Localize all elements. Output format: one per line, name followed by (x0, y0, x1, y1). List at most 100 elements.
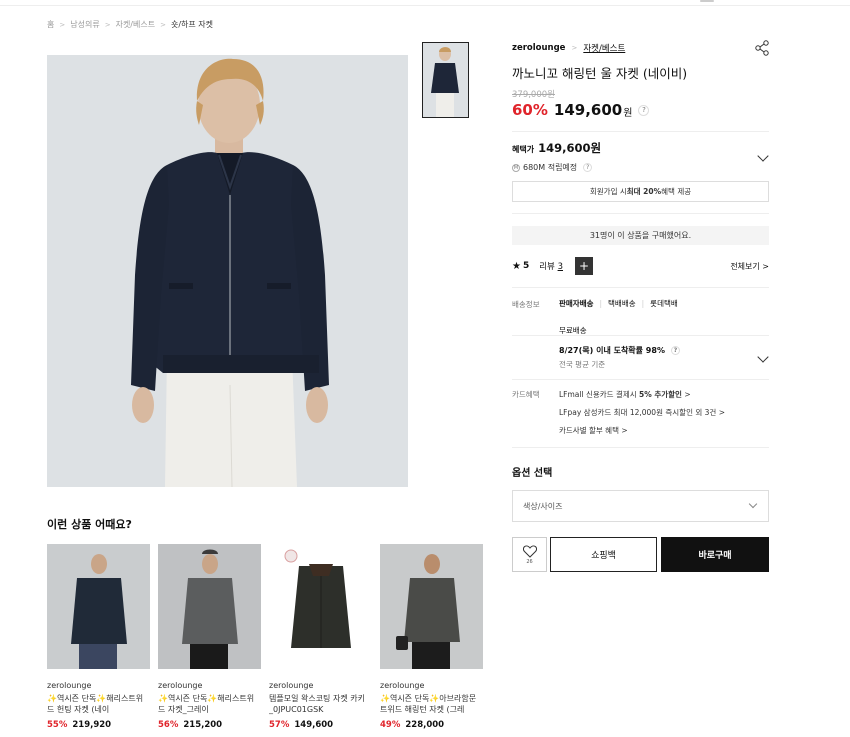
arrival-text: 8/27(목) 이내 도착확률 98% (559, 346, 665, 355)
breadcrumb-mens[interactable]: 남성의류 (70, 19, 99, 30)
breadcrumb: 홈 > 남성의류 > 자켓/베스트 > 숏/하프 자켓 (47, 19, 213, 30)
recommend-item-discount: 56% (158, 720, 179, 730)
recommend-item-image[interactable] (380, 544, 483, 669)
breadcrumb-separator: > (160, 20, 166, 29)
brand-link[interactable]: zerolounge (512, 43, 565, 53)
recommend-item[interactable]: zerolounge ✨역시즌 단독✨해리스트위드 헌팅 자켓 (네이비)_0J… (47, 544, 150, 730)
wishlist-button[interactable]: 26 (512, 537, 547, 572)
card-text: LFmall 신용카드 결제시 (559, 390, 640, 399)
heart-icon (522, 544, 537, 558)
arrival-estimate: 8/27(목) 이내 도착확률 98% ? (559, 345, 680, 356)
recommend-item-price: 215,200 (183, 720, 223, 730)
original-price: 379,000원 (512, 90, 555, 100)
recommend-item-name[interactable]: 템플모일 왁스코팅 자켓 카키_0JPUC01GSK (269, 693, 372, 715)
star-icon: ★ (512, 260, 521, 272)
recommend-item-image[interactable] (47, 544, 150, 669)
recommend-item-price: 219,920 (72, 720, 112, 730)
top-header-edge (0, 0, 850, 6)
tag-separator: | (641, 299, 645, 308)
recommend-item-brand: zerolounge (380, 681, 425, 690)
breadcrumb-home[interactable]: 홈 (47, 19, 54, 30)
recommend-item-name[interactable]: ✨역시즌 단독✨아브라함문 트위드 해링턴 자켓 (그레이)_... (380, 693, 483, 715)
benefit-section: 혜택가 149,600원 M 680M 적립예정 ? 회원가입 시 최대 20%… (512, 140, 769, 202)
brand-separator: > (571, 44, 578, 52)
price-currency: 원 (623, 108, 633, 119)
review-count-link[interactable]: 리뷰 3 (539, 260, 563, 272)
brand-emblem (284, 549, 298, 563)
benefit-price-label: 혜택가 (512, 145, 535, 154)
divider (512, 131, 769, 132)
card-text-bold: 5% 추가할인 (639, 390, 682, 399)
review-more-button[interactable]: + (575, 257, 593, 275)
card-benefit-1[interactable]: LFmall 신용카드 결제시 5% 추가할인 > (559, 389, 691, 400)
arrival-basis: 전국 평균 기준 (559, 360, 606, 369)
breadcrumb-separator: > (104, 20, 111, 29)
option-select[interactable]: 색상/사이즈 (512, 490, 769, 522)
recommend-item-brand: zerolounge (158, 681, 203, 690)
model-illustration (47, 55, 408, 487)
review-count: 3 (557, 262, 563, 272)
shipping-tag: 판매자배송 (559, 299, 594, 308)
recommend-item-discount: 49% (380, 720, 401, 730)
recommend-item-image[interactable] (269, 544, 372, 669)
product-thumbnail[interactable] (422, 42, 469, 118)
points-text: 680M 적립예정 (523, 163, 578, 172)
recommend-item[interactable]: zerolounge ✨역시즌 단독✨해리스트위드 자켓_그레이_0JAWD03… (158, 544, 261, 730)
buy-now-button[interactable]: 바로구매 (661, 537, 769, 572)
recommend-item-brand: zerolounge (269, 681, 314, 690)
recommend-title: 이런 상품 어때요? (47, 518, 132, 531)
recommend-item[interactable]: zerolounge ✨역시즌 단독✨아브라함문 트위드 해링턴 자켓 (그레이… (380, 544, 483, 730)
card-installment-link[interactable]: 카드사별 할부 혜택 > (559, 425, 628, 436)
recommend-item-image[interactable] (158, 544, 261, 669)
review-summary: ★ 5 리뷰 3 + 전체보기 > (512, 257, 769, 275)
purchase-count-banner: 31명이 이 상품을 구매했어요. (512, 226, 769, 245)
product-name: 까노니꼬 해링턴 울 자켓 (네이비) (512, 66, 688, 81)
join-text-bold: 최대 20% (626, 187, 662, 196)
divider (512, 447, 769, 448)
shipping-tags: 판매자배송 | 택배배송 | 롯데택배 무료배송 (559, 298, 739, 336)
option-title: 옵션 선택 (512, 468, 553, 479)
recommend-item-discount: 55% (47, 720, 68, 730)
card-text: > (681, 390, 691, 399)
divider (512, 287, 769, 288)
view-all-reviews-link[interactable]: 전체보기 > (730, 261, 769, 272)
thumbnail-illustration (423, 43, 468, 117)
recommend-item-price: 149,600 (294, 720, 334, 730)
category-link[interactable]: 자켓/베스트 (583, 42, 625, 54)
product-info-panel: zerolounge > 자켓/베스트 까노니꼬 해링턴 울 자켓 (네이비) … (512, 40, 769, 572)
recommend-item[interactable]: zerolounge 템플모일 왁스코팅 자켓 카키_0JPUC01GSK 57… (269, 544, 372, 730)
shipping-tag: 롯데택배 (650, 299, 678, 308)
recommend-item-price: 228,000 (405, 720, 445, 730)
member-join-banner[interactable]: 회원가입 시 최대 20% 혜택 제공 (512, 181, 769, 202)
card-benefit-2[interactable]: LFpay 삼성카드 최대 12,000원 즉시할인 외 3건 > (559, 407, 725, 418)
main-product-image[interactable] (47, 55, 408, 487)
points-help-icon[interactable]: ? (583, 163, 593, 172)
header-fragment (700, 0, 714, 2)
review-label: 리뷰 (539, 262, 555, 272)
option-select-label: 색상/사이즈 (523, 501, 563, 511)
recommend-item-name[interactable]: ✨역시즌 단독✨해리스트위드 헌팅 자켓 (네이비)_0JPWD0... (47, 693, 150, 715)
arrival-help-icon[interactable]: ? (670, 346, 680, 355)
tag-separator: | (599, 299, 603, 308)
sale-price: 149,600 (553, 101, 623, 119)
discount-rate: 60% (512, 101, 548, 119)
review-score: 5 (522, 261, 530, 271)
add-to-cart-button[interactable]: 쇼핑백 (550, 537, 657, 572)
breadcrumb-jackets[interactable]: 자켓/베스트 (116, 19, 156, 30)
breadcrumb-separator: > (59, 20, 66, 29)
join-text: 회원가입 시 (589, 187, 627, 196)
arrival-expand-chevron-icon[interactable] (757, 351, 769, 363)
share-icon[interactable] (755, 40, 769, 56)
recommend-item-brand: zerolounge (47, 681, 92, 690)
price-help-icon[interactable]: ? (638, 104, 650, 116)
shipping-label: 배송정보 (512, 300, 540, 309)
breadcrumb-current[interactable]: 숏/하프 자켓 (171, 19, 213, 30)
wishlist-count: 26 (526, 558, 533, 565)
mileage-icon: M (512, 163, 520, 172)
divider (512, 335, 769, 336)
benefit-price: 149,600원 (538, 141, 602, 155)
divider (512, 379, 769, 380)
shipping-tag: 택배배송 (608, 299, 636, 308)
recommend-item-name[interactable]: ✨역시즌 단독✨해리스트위드 자켓_그레이_0JAWD03GHG (158, 693, 261, 715)
card-benefit-label: 카드혜택 (512, 390, 540, 399)
